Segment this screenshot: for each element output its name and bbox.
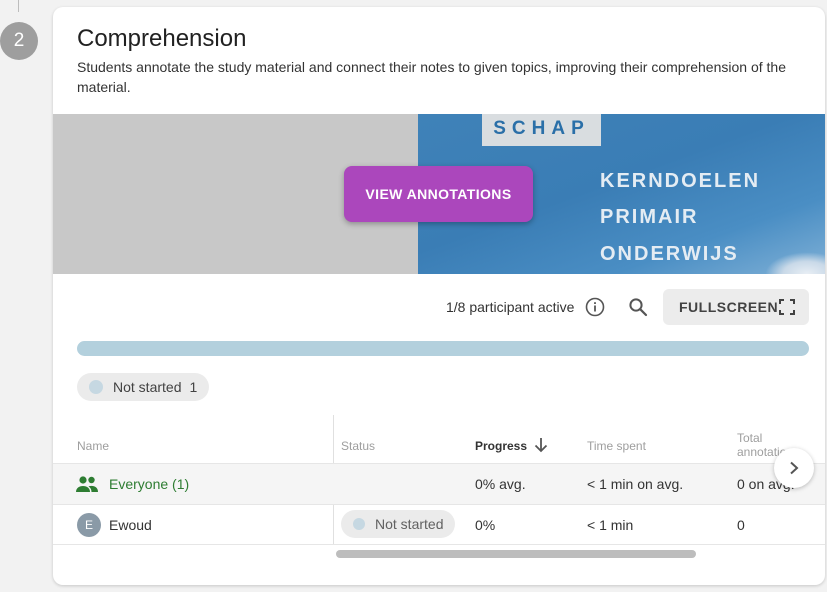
filter-chip-not-started[interactable]: Not started 1 [77,373,210,401]
row-progress: 0% avg. [475,476,526,492]
group-icon [75,475,99,493]
card-title: Comprehension [77,25,247,52]
book-cover-header: SCHAP [482,114,601,146]
step-number-badge: 2 [0,22,38,60]
row-total-annotations: 0 [737,517,745,533]
status-badge: Not started [341,510,456,538]
participants-table: Name Status Progress Time spent Total an… [53,415,825,545]
overall-progress-bar [77,341,809,356]
row-name: Ewoud [109,517,152,533]
status-dot [89,380,103,394]
chevron-right-icon [790,461,799,475]
scroll-right-button[interactable] [774,448,814,488]
material-banner: SCHAP KERNDOELEN PRIMAIR ONDERWIJS VIEW … [53,114,825,274]
row-progress: 0% [475,517,496,533]
row-time-spent: < 1 min on avg. [587,476,684,492]
book-cover-line-1: KERNDOELEN [600,170,761,192]
status-badge-label: Not started [375,516,444,532]
filter-chip-count: 1 [189,379,198,395]
book-cover-line-3: ONDERWIJS [600,243,739,265]
column-header-status[interactable]: Status [341,439,375,453]
column-header-time-spent[interactable]: Time spent [587,439,646,453]
cloud-decoration [765,252,825,274]
view-annotations-button[interactable]: VIEW ANNOTATIONS [344,166,533,222]
column-header-name[interactable]: Name [77,439,109,453]
activity-card: Comprehension Students annotate the stud… [53,7,825,585]
info-icon[interactable] [585,297,605,317]
timeline-connector [18,0,19,12]
fullscreen-icon [779,299,795,315]
fullscreen-label: FULLSCREEN [679,299,779,315]
search-icon[interactable] [628,297,648,317]
table-row-ewoud[interactable]: E Ewoud Not started 0% < 1 min 0 [53,504,825,545]
avatar: E [77,513,101,537]
status-dot [353,518,365,530]
table-row-everyone[interactable]: Everyone (1) 0% avg. < 1 min on avg. 0 o… [53,463,825,504]
participant-toolbar: 1/8 participant active FULLSCREEN [53,287,825,327]
column-header-progress[interactable]: Progress [475,439,527,453]
row-time-spent: < 1 min [587,517,634,533]
row-name: Everyone (1) [109,476,190,492]
book-cover-line-2: PRIMAIR [600,206,699,228]
sort-descending-icon[interactable] [534,437,548,458]
active-participants-text: 1/8 participant active [446,299,575,315]
fullscreen-button[interactable]: FULLSCREEN [663,289,809,325]
card-description: Students annotate the study material and… [77,59,786,95]
filter-chip-label: Not started [113,379,182,395]
horizontal-scrollbar[interactable] [336,550,696,558]
